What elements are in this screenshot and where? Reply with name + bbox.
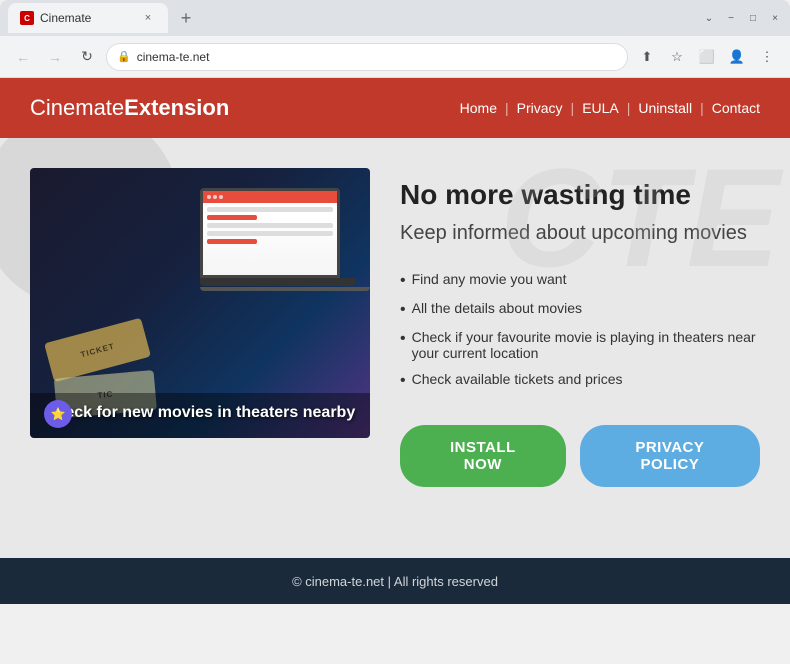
address-bar-row: ← → ↻ 🔒 cinema-te.net ⬆ ☆ ⬜ 👤 ⋮ xyxy=(0,36,790,78)
screen-row-2 xyxy=(207,223,333,228)
dot-3 xyxy=(219,195,223,199)
movie-image-overlay: Check for new movies in theaters nearby xyxy=(30,393,370,438)
screen-row-accent xyxy=(207,215,257,220)
nav-divider-4: | xyxy=(700,100,704,116)
feature-item-3: Check if your favourite movie is playing… xyxy=(400,324,760,366)
feature-list: Find any movie you want All the details … xyxy=(400,266,760,396)
install-now-button[interactable]: INSTALL NOW xyxy=(400,425,566,487)
window-controls: ⌄ − □ × xyxy=(702,11,782,25)
dot-1 xyxy=(207,195,211,199)
screen-row-accent-2 xyxy=(207,239,257,244)
profile-icon[interactable]: 👤 xyxy=(724,44,750,70)
screen-row-3 xyxy=(207,231,333,236)
nav-eula[interactable]: EULA xyxy=(582,100,619,116)
site-header: CinemateExtension Home | Privacy | EULA … xyxy=(0,78,790,138)
tab-bar: C Cinemate × + ⌄ − □ × xyxy=(0,0,790,36)
share-icon[interactable]: ⬆ xyxy=(634,44,660,70)
nav-divider-3: | xyxy=(627,100,631,116)
laptop-screen-bar xyxy=(203,191,337,203)
feature-item-1: Find any movie you want xyxy=(400,266,760,295)
logo-normal: Cinemate xyxy=(30,95,124,120)
dot-2 xyxy=(213,195,217,199)
reload-button[interactable]: ↻ xyxy=(74,44,100,70)
chevron-down-icon[interactable]: ⌄ xyxy=(702,11,716,25)
laptop-graphic xyxy=(200,188,370,318)
hero-subtitle: Keep informed about upcoming movies xyxy=(400,220,760,246)
lock-icon: 🔒 xyxy=(117,50,131,63)
website-content: CinemateExtension Home | Privacy | EULA … xyxy=(0,78,790,604)
extensions-icon[interactable]: ⬜ xyxy=(694,44,720,70)
minimize-button[interactable]: − xyxy=(724,11,738,25)
nav-contact[interactable]: Contact xyxy=(712,100,760,116)
feature-item-2: All the details about movies xyxy=(400,295,760,324)
privacy-policy-button[interactable]: PRIVACY POLICY xyxy=(580,425,760,487)
movie-image-text: Check for new movies in theaters nearby xyxy=(44,403,356,424)
cta-buttons: INSTALL NOW PRIVACY POLICY xyxy=(400,425,760,487)
forward-button[interactable]: → xyxy=(42,44,68,70)
logo-bold: Extension xyxy=(124,95,229,120)
address-bar[interactable]: 🔒 cinema-te.net xyxy=(106,43,628,71)
address-text: cinema-te.net xyxy=(137,50,617,64)
site-nav: Home | Privacy | EULA | Uninstall | Cont… xyxy=(460,100,760,116)
screen-row-1 xyxy=(207,207,333,212)
active-tab[interactable]: C Cinemate × xyxy=(8,3,168,33)
hero-title: No more wasting time xyxy=(400,178,760,212)
browser-chrome: C Cinemate × + ⌄ − □ × ← → ↻ 🔒 cinema-te… xyxy=(0,0,790,604)
new-tab-button[interactable]: + xyxy=(172,4,200,32)
badge-icon: ⭐ xyxy=(44,400,72,428)
footer-text: © cinema-te.net | All rights reserved xyxy=(292,574,498,589)
close-button[interactable]: × xyxy=(768,11,782,25)
menu-icon[interactable]: ⋮ xyxy=(754,44,780,70)
tab-favicon: C xyxy=(20,11,34,25)
laptop-base xyxy=(200,278,355,286)
laptop-bottom xyxy=(200,287,370,291)
back-button[interactable]: ← xyxy=(10,44,36,70)
laptop-screen-content xyxy=(203,191,337,275)
toolbar-icons: ⬆ ☆ ⬜ 👤 ⋮ xyxy=(634,44,780,70)
site-footer: © cinema-te.net | All rights reserved xyxy=(0,558,790,604)
tab-close-button[interactable]: × xyxy=(140,10,156,26)
nav-home[interactable]: Home xyxy=(460,100,497,116)
maximize-button[interactable]: □ xyxy=(746,11,760,25)
laptop-screen xyxy=(200,188,340,278)
movie-image: TICKET TIC Check for new movies in theat… xyxy=(30,168,370,438)
tab-title: Cinemate xyxy=(40,11,134,25)
nav-uninstall[interactable]: Uninstall xyxy=(638,100,692,116)
hero-content: No more wasting time Keep informed about… xyxy=(400,168,760,487)
hero-section: CTE xyxy=(0,138,790,558)
site-logo: CinemateExtension xyxy=(30,95,229,121)
laptop-screen-body xyxy=(203,203,337,251)
nav-privacy[interactable]: Privacy xyxy=(517,100,563,116)
nav-divider-2: | xyxy=(571,100,575,116)
bookmark-icon[interactable]: ☆ xyxy=(664,44,690,70)
nav-divider-1: | xyxy=(505,100,509,116)
feature-item-4: Check available tickets and prices xyxy=(400,366,760,395)
